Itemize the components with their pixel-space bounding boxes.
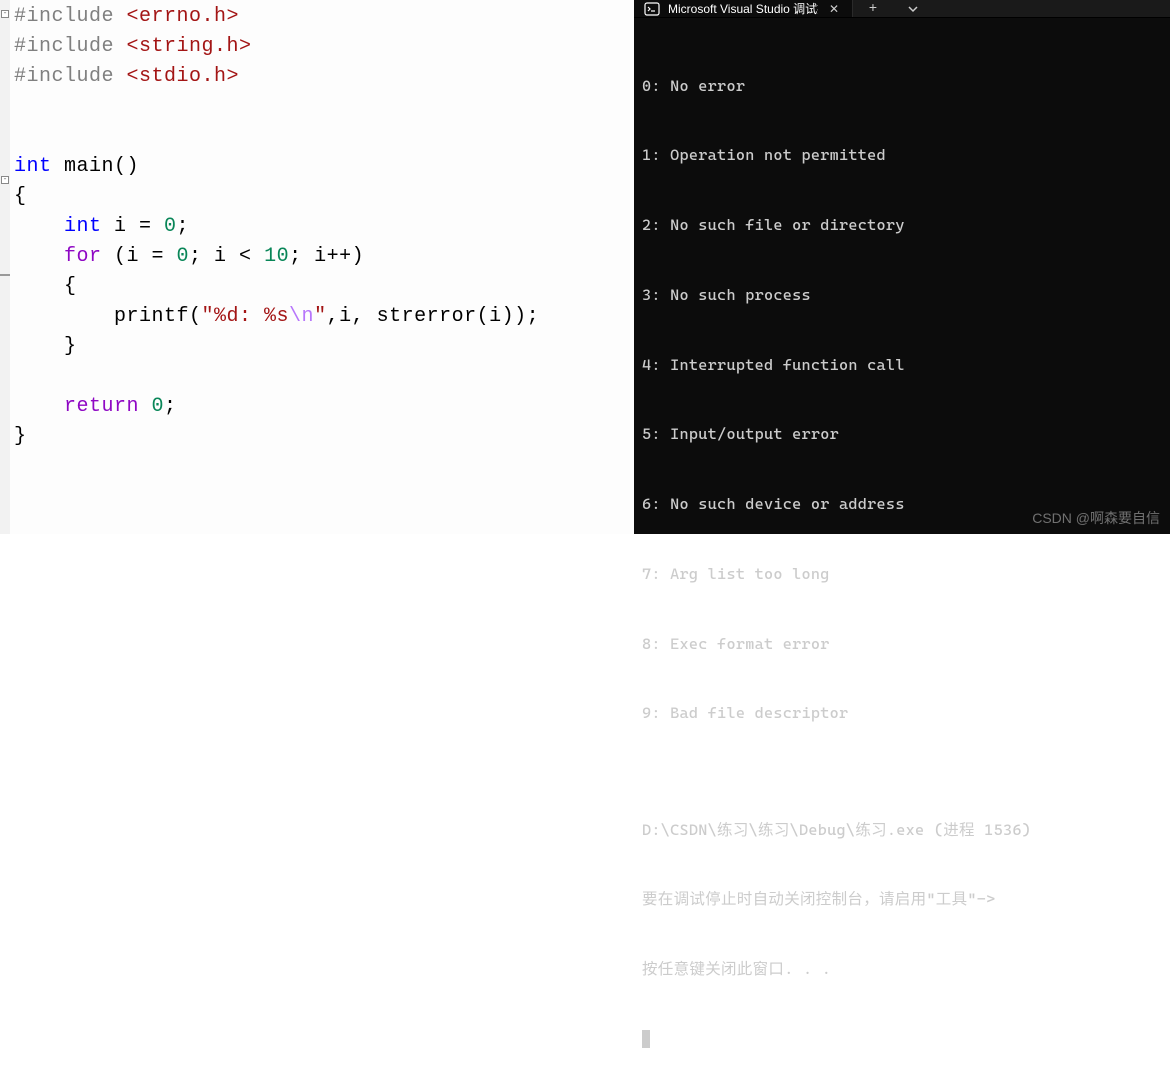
code-line [0, 122, 634, 152]
output-line: 按任意键关闭此窗口. . . [642, 958, 1162, 981]
code-editor[interactable]: - - #include <errno.h> #include <string.… [0, 0, 634, 534]
cursor-line [642, 1028, 1162, 1051]
code-line: return 0; [0, 392, 634, 422]
fold-icon[interactable]: - [1, 10, 9, 18]
code-line: int i = 0; [0, 212, 634, 242]
watermark: CSDN @啊森要自信 [1032, 508, 1160, 528]
output-line: 要在调试停止时自动关闭控制台，请启用"工具"-> [642, 888, 1162, 911]
code-line [0, 92, 634, 122]
output-line: 0: No error [642, 75, 1162, 98]
terminal-tab[interactable]: Microsoft Visual Studio 调试控 ✕ [634, 0, 853, 17]
output-line: 7: Arg list too long [642, 563, 1162, 586]
code-line: for (i = 0; i < 10; i++) [0, 242, 634, 272]
output-line: D:\CSDN\练习\练习\Debug\练习.exe (进程 1536) [642, 819, 1162, 842]
code-line: int main() [0, 152, 634, 182]
code-line: #include <errno.h> [0, 2, 634, 32]
chevron-down-icon [907, 3, 919, 15]
output-line: 9: Bad file descriptor [642, 702, 1162, 725]
code-line: { [0, 182, 634, 212]
output-line: 1: Operation not permitted [642, 144, 1162, 167]
code-line: } [0, 422, 634, 452]
output-line: 2: No such file or directory [642, 214, 1162, 237]
output-line: 8: Exec format error [642, 633, 1162, 656]
new-tab-button[interactable]: + [853, 0, 893, 17]
terminal-tabbar: Microsoft Visual Studio 调试控 ✕ + [634, 0, 1170, 18]
output-line: 4: Interrupted function call [642, 354, 1162, 377]
output-line: 3: No such process [642, 284, 1162, 307]
tab-title: Microsoft Visual Studio 调试控 [668, 0, 818, 17]
terminal-cursor [642, 1030, 650, 1048]
output-line: 5: Input/output error [642, 423, 1162, 446]
terminal-app-icon [644, 1, 660, 17]
terminal-window: Microsoft Visual Studio 调试控 ✕ + 0: No er… [634, 0, 1170, 534]
code-line: printf("%d: %s\n",i, strerror(i)); [0, 302, 634, 332]
editor-gutter: - - [0, 0, 10, 534]
gutter-tick [0, 274, 10, 276]
tab-dropdown-button[interactable] [893, 0, 933, 17]
code-line: #include <string.h> [0, 32, 634, 62]
code-line: { [0, 272, 634, 302]
code-line: #include <stdio.h> [0, 62, 634, 92]
code-line: } [0, 332, 634, 362]
close-icon[interactable]: ✕ [826, 1, 842, 17]
code-line [0, 362, 634, 392]
fold-icon[interactable]: - [1, 176, 9, 184]
terminal-output[interactable]: 0: No error 1: Operation not permitted 2… [634, 18, 1170, 1068]
